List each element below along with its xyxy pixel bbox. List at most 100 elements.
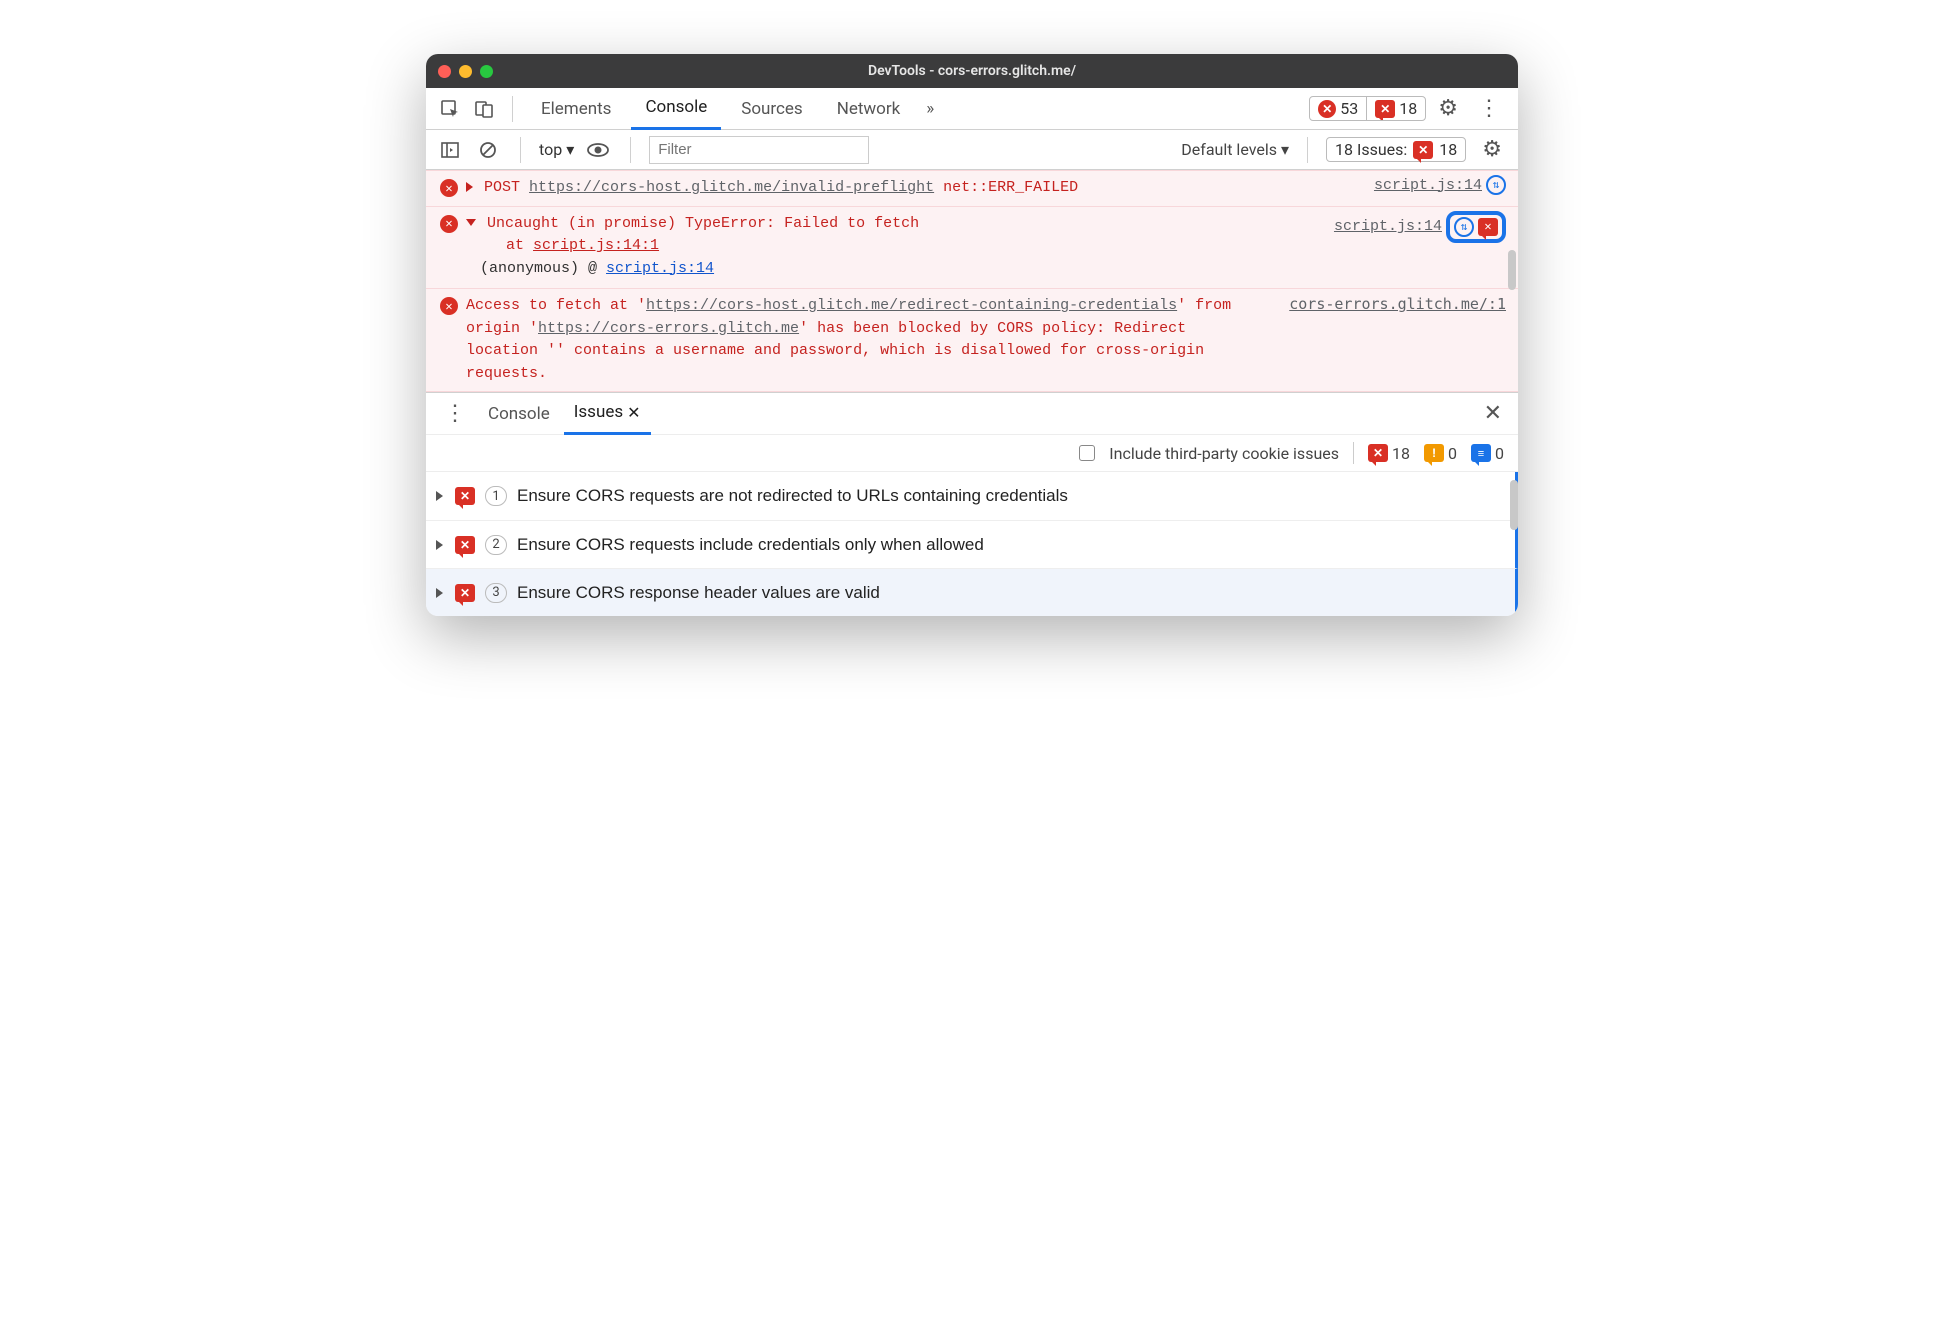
separator bbox=[512, 96, 513, 122]
issue-icon bbox=[1413, 141, 1433, 159]
console-error-row[interactable]: POST https://cors-host.glitch.me/invalid… bbox=[426, 170, 1518, 207]
stack-location[interactable]: script.js:14:1 bbox=[533, 237, 659, 254]
error-count-value: 18 bbox=[1392, 444, 1410, 463]
error-headline: Uncaught (in promise) TypeError: Failed … bbox=[487, 215, 919, 232]
minimize-window-button[interactable] bbox=[459, 65, 472, 78]
tab-more[interactable]: » bbox=[920, 88, 940, 130]
close-tab-icon[interactable]: ✕ bbox=[627, 403, 640, 422]
error-icon bbox=[440, 297, 458, 315]
devtools-window: DevTools - cors-errors.glitch.me/ Elemen… bbox=[426, 54, 1518, 616]
chevron-down-icon: ▾ bbox=[1281, 140, 1289, 159]
issue-row[interactable]: 1 Ensure CORS requests are not redirecte… bbox=[426, 472, 1518, 520]
message-body: POST https://cors-host.glitch.me/invalid… bbox=[466, 177, 1474, 200]
highlighted-issue-link: ⇅ bbox=[1446, 211, 1506, 243]
context-label: top bbox=[539, 140, 562, 159]
expand-icon[interactable] bbox=[436, 491, 443, 501]
tab-network[interactable]: Network bbox=[823, 88, 915, 130]
issues-count: 18 bbox=[1399, 99, 1417, 118]
error-icon bbox=[1318, 100, 1336, 118]
source-link[interactable]: script.js:14 bbox=[1334, 218, 1442, 235]
levels-label: Default levels bbox=[1181, 140, 1277, 159]
tab-elements[interactable]: Elements bbox=[527, 88, 625, 130]
message-body: Uncaught (in promise) TypeError: Failed … bbox=[466, 213, 1474, 281]
expand-icon[interactable] bbox=[436, 588, 443, 598]
issue-icon[interactable] bbox=[1478, 218, 1498, 236]
issue-count-badge: 2 bbox=[485, 535, 507, 555]
window-title: DevTools - cors-errors.glitch.me/ bbox=[426, 63, 1518, 79]
issues-label: 18 Issues: bbox=[1335, 140, 1407, 159]
issues-scrollbar[interactable] bbox=[1510, 480, 1518, 530]
info-count-value: 0 bbox=[1495, 444, 1504, 463]
cors-url-1b[interactable]: rect-containing-credentials bbox=[934, 297, 1177, 314]
warning-icon bbox=[1424, 444, 1444, 462]
more-menu-icon[interactable]: ⋮ bbox=[1470, 96, 1508, 121]
info-icon: ≡ bbox=[1471, 444, 1491, 462]
close-drawer-icon[interactable]: ✕ bbox=[1478, 401, 1508, 426]
log-levels-selector[interactable]: Default levels ▾ bbox=[1181, 140, 1289, 159]
issue-count-badge: 3 bbox=[485, 583, 507, 603]
expand-icon[interactable] bbox=[436, 540, 443, 550]
info-count[interactable]: ≡ 0 bbox=[1471, 444, 1504, 463]
include-third-party-checkbox[interactable] bbox=[1079, 445, 1095, 461]
drawer-menu-icon[interactable]: ⋮ bbox=[436, 401, 474, 426]
errors-badge[interactable]: 53 bbox=[1310, 97, 1366, 120]
collapse-icon[interactable] bbox=[466, 219, 476, 226]
issue-title: Ensure CORS requests are not redirected … bbox=[517, 486, 1068, 506]
cors-text-1: Access to fetch at ' bbox=[466, 297, 646, 314]
error-icon bbox=[440, 215, 458, 233]
http-method: POST bbox=[484, 179, 520, 196]
stack-anon-link[interactable]: script.js:14 bbox=[606, 260, 714, 277]
console-toolbar: top ▾ Default levels ▾ 18 Issues: 18 ⚙ bbox=[426, 130, 1518, 170]
network-request-icon[interactable]: ⇅ bbox=[1454, 217, 1474, 237]
main-toolbar: Elements Console Sources Network » 53 18… bbox=[426, 88, 1518, 130]
cors-url-1a[interactable]: https://cors-host.glitch.me/redi bbox=[646, 297, 934, 314]
warning-count[interactable]: 0 bbox=[1424, 444, 1457, 463]
error-issue-badges: 53 18 bbox=[1309, 96, 1426, 121]
request-url[interactable]: https://cors-host.glitch.me/invalid-pref… bbox=[529, 179, 934, 196]
inspect-element-icon[interactable] bbox=[436, 95, 464, 123]
console-scrollbar[interactable] bbox=[1508, 250, 1516, 290]
issue-row[interactable]: 3 Ensure CORS response header values are… bbox=[426, 568, 1518, 616]
issues-toolbar: Include third-party cookie issues 18 0 ≡… bbox=[426, 434, 1518, 472]
issue-count-badge: 1 bbox=[485, 486, 507, 506]
console-settings-icon[interactable]: ⚙ bbox=[1476, 137, 1508, 162]
drawer-tab-issues[interactable]: Issues ✕ bbox=[564, 393, 651, 435]
issues-badge[interactable]: 18 bbox=[1366, 97, 1425, 120]
sidebar-toggle-icon[interactable] bbox=[436, 136, 464, 164]
errors-count: 53 bbox=[1340, 99, 1358, 118]
live-expression-icon[interactable] bbox=[584, 136, 612, 164]
cors-origin-url[interactable]: https://cors-errors.glitch.me bbox=[538, 320, 799, 337]
issues-button[interactable]: 18 Issues: 18 bbox=[1326, 137, 1466, 162]
stack-at: at bbox=[466, 237, 533, 254]
device-toggle-icon[interactable] bbox=[470, 95, 498, 123]
separator bbox=[520, 137, 521, 163]
tab-sources[interactable]: Sources bbox=[727, 88, 816, 130]
console-error-row[interactable]: Uncaught (in promise) TypeError: Failed … bbox=[426, 207, 1518, 290]
separator bbox=[1353, 442, 1354, 464]
filter-input[interactable] bbox=[649, 136, 869, 164]
clear-console-icon[interactable] bbox=[474, 136, 502, 164]
settings-gear-icon[interactable]: ⚙ bbox=[1432, 96, 1464, 121]
separator bbox=[1307, 137, 1308, 163]
stack-anonymous: (anonymous) @ bbox=[466, 260, 606, 277]
issue-row[interactable]: 2 Ensure CORS requests include credentia… bbox=[426, 520, 1518, 568]
tab-console[interactable]: Console bbox=[631, 88, 721, 130]
drawer-tab-console[interactable]: Console bbox=[478, 393, 560, 435]
context-selector[interactable]: top ▾ bbox=[539, 140, 574, 159]
error-count[interactable]: 18 bbox=[1368, 444, 1410, 463]
source-link[interactable]: cors-errors.glitch.me/:1 bbox=[1289, 295, 1506, 313]
titlebar: DevTools - cors-errors.glitch.me/ bbox=[426, 54, 1518, 88]
issue-title: Ensure CORS response header values are v… bbox=[517, 583, 880, 603]
issue-icon bbox=[455, 487, 475, 505]
issue-icon bbox=[455, 536, 475, 554]
network-request-icon[interactable]: ⇅ bbox=[1486, 175, 1506, 195]
issues-button-count: 18 bbox=[1439, 140, 1457, 159]
console-messages: POST https://cors-host.glitch.me/invalid… bbox=[426, 170, 1518, 392]
source-link[interactable]: script.js:14 bbox=[1374, 177, 1482, 194]
drawer-tab-issues-label: Issues bbox=[574, 402, 623, 422]
expand-icon[interactable] bbox=[466, 182, 473, 192]
issue-icon bbox=[1368, 444, 1388, 462]
close-window-button[interactable] bbox=[438, 65, 451, 78]
maximize-window-button[interactable] bbox=[480, 65, 493, 78]
console-error-row[interactable]: Access to fetch at 'https://cors-host.gl… bbox=[426, 289, 1518, 392]
